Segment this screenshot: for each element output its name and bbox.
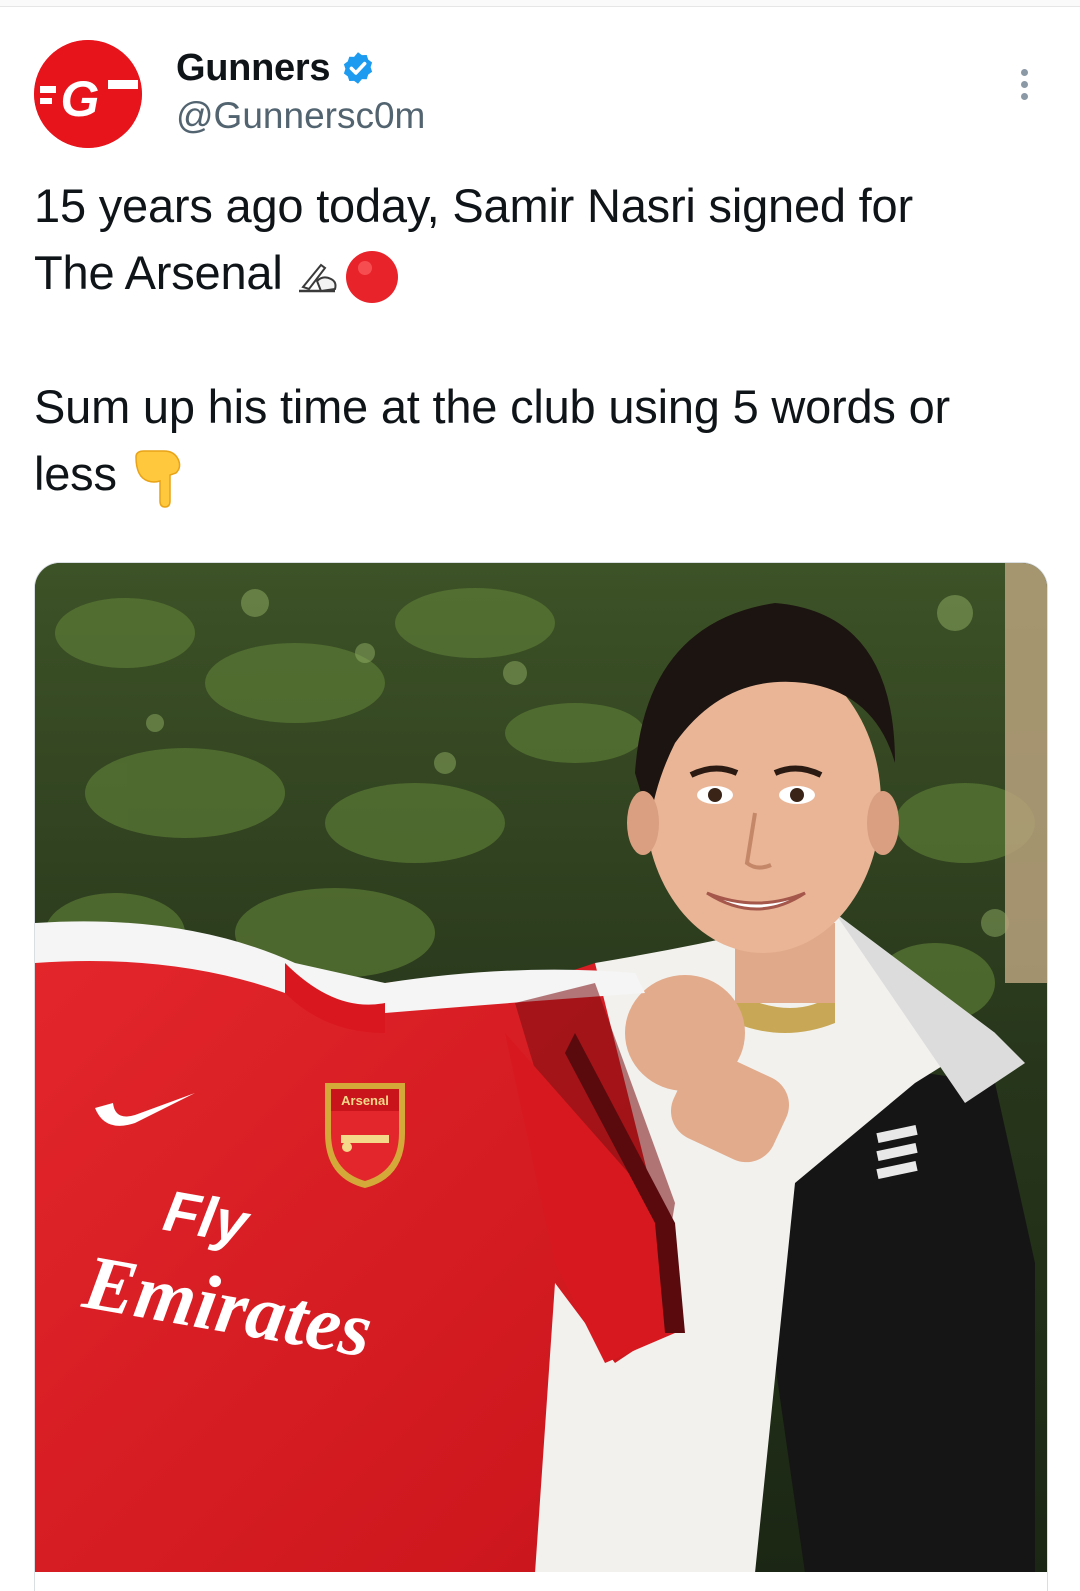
more-dot-icon [1020, 92, 1028, 100]
photo-illustration: Arsenal Fly Emirates [35, 563, 1047, 1573]
pointing-down-icon [134, 449, 180, 508]
tweet-text-segment: less [34, 447, 117, 500]
more-dot-icon [1020, 80, 1028, 88]
tweet-page: G Gunners @Gunnersc0m 15 years ago today… [0, 0, 1080, 1591]
tweet-text: 15 years ago today, Samir Nasri signed f… [34, 172, 1044, 509]
profile-avatar[interactable]: G [34, 40, 142, 148]
red-circle-icon [346, 250, 399, 303]
author-handle[interactable]: @Gunnersc0m [176, 94, 425, 138]
author-name-row: Gunners [176, 42, 376, 94]
writing-hand-icon [299, 263, 337, 292]
author-display-name[interactable]: Gunners [176, 47, 330, 90]
gunners-logo-icon: G [34, 40, 142, 148]
more-dot-icon [1020, 68, 1028, 76]
verified-badge-icon [344, 52, 373, 84]
tweet-text-line: The Arsenal [34, 239, 1044, 306]
tweet-text-line: less [34, 440, 1044, 509]
top-divider [0, 0, 1080, 7]
tweet-media-photo[interactable]: Arsenal Fly Emirates [34, 562, 1048, 1573]
tweet-text-line: 15 years ago today, Samir Nasri signed f… [34, 172, 1044, 239]
crest-text: Arsenal [341, 1093, 389, 1108]
tweet-text-segment: Sum up his time at the club using 5 word… [34, 380, 950, 433]
avatar-logo-text: G [61, 71, 100, 127]
tweet-text-line: Sum up his time at the club using 5 word… [34, 373, 1044, 440]
more-options-button[interactable] [1006, 62, 1042, 106]
tweet-text-segment: 15 years ago today, Samir Nasri signed f… [34, 179, 913, 232]
tweet-text-segment: The Arsenal [34, 246, 283, 299]
media-bottom-edge [34, 1572, 1048, 1591]
